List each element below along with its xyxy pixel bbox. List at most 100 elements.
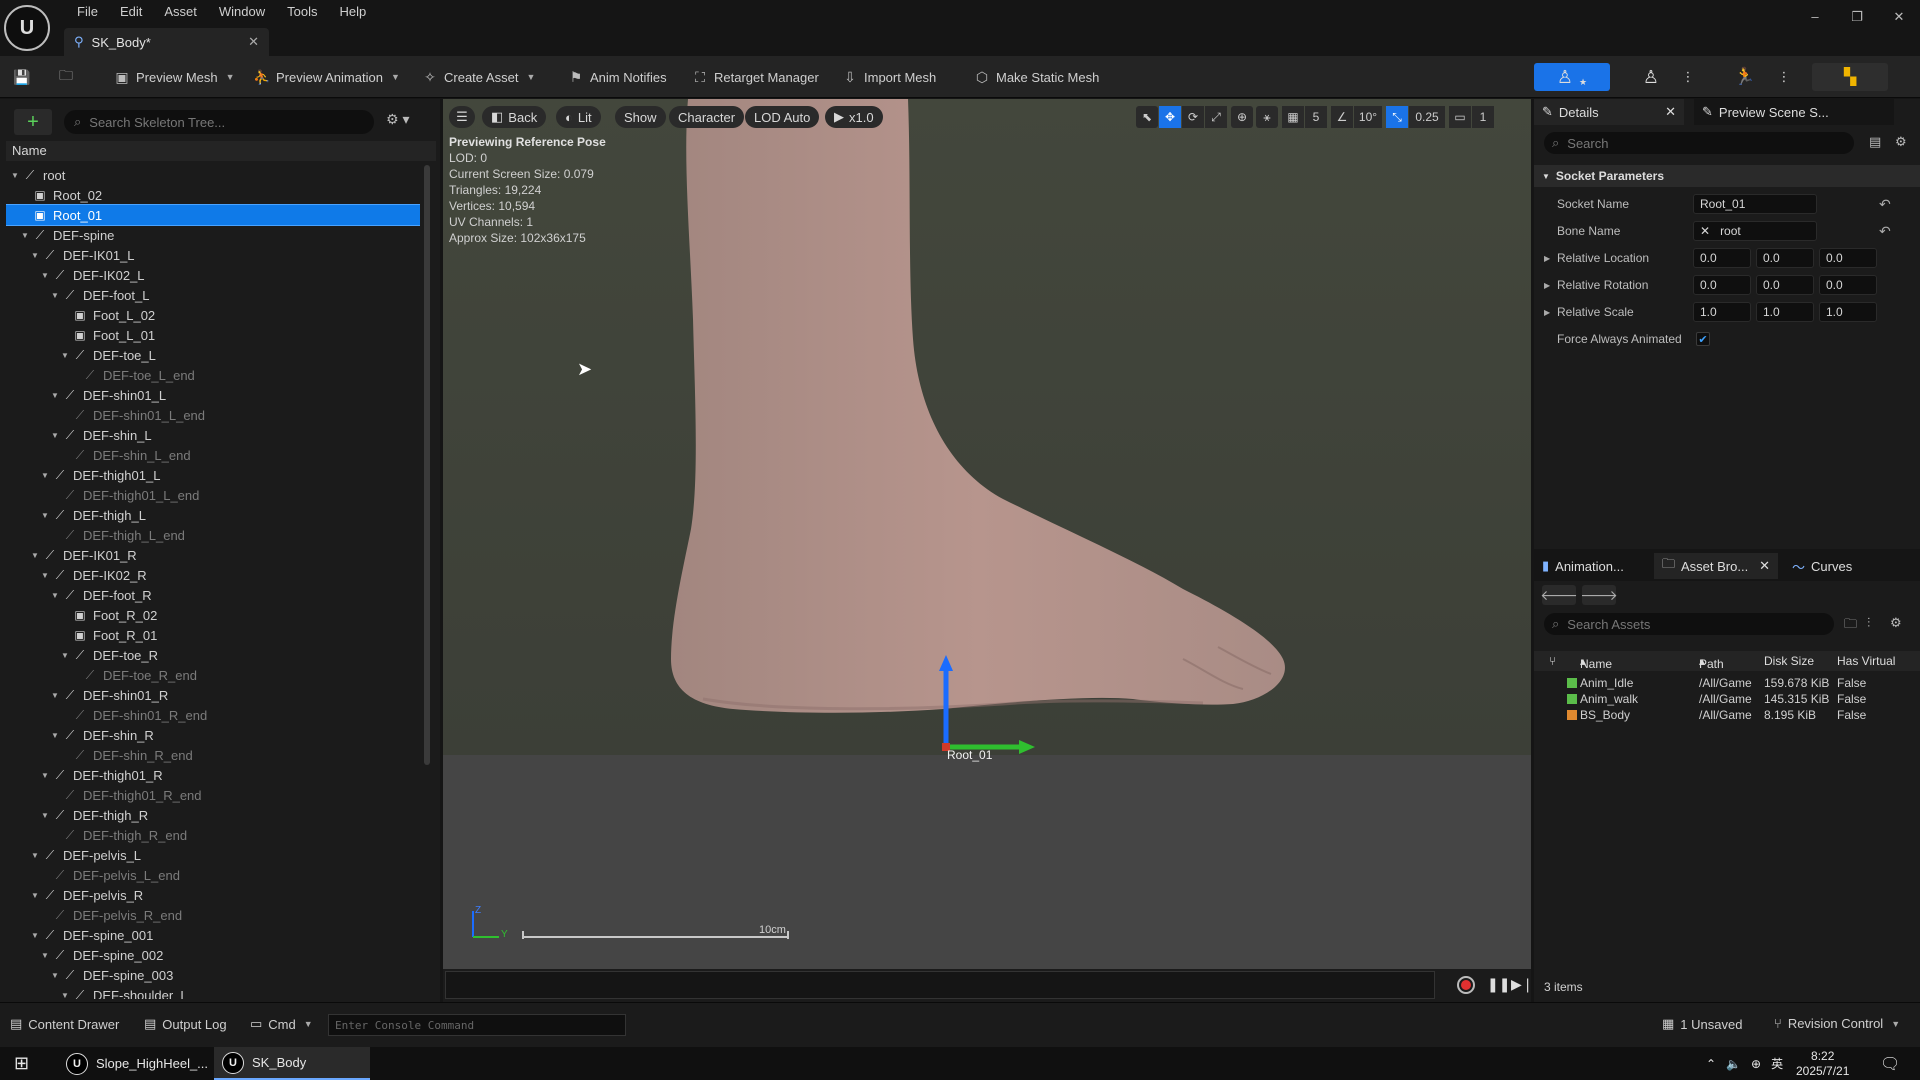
skeleton-tree-row[interactable]: ▣ Foot_R_01 [6,625,420,645]
chevron-down-icon[interactable]: ▼ [30,551,40,560]
socket-name-field[interactable]: Root_01 [1693,194,1817,214]
chevron-down-icon[interactable]: ▼ [40,771,50,780]
output-log-button[interactable]: ▤ Output Log [144,1016,227,1032]
skeleton-tree-row[interactable]: ▼ ⟋ DEF-shin01_L [6,385,420,405]
forward-arrow-icon[interactable]: 🡒 [1580,585,1618,605]
skeleton-tree-row[interactable]: ⟋ DEF-pelvis_R_end [6,905,420,925]
preview-animation-button[interactable]: ⛹ Preview Animation ▼ [253,65,400,89]
camera-speed-value[interactable]: 1 [1472,106,1494,128]
skeleton-tree-row[interactable]: ⟋ DEF-thigh_R_end [6,825,420,845]
close-tab-icon[interactable]: ✕ [248,34,259,50]
translate-tool-icon[interactable]: ✥ [1159,106,1181,128]
skeleton-tree-row[interactable]: ⟋ DEF-pelvis_L_end [6,865,420,885]
select-tool-icon[interactable]: ⬉ [1136,106,1158,128]
chevron-down-icon[interactable]: ▼ [40,951,50,960]
preview-mesh-button[interactable]: ▣ Preview Mesh ▼ [114,65,234,89]
globe-icon[interactable]: ⊕ [1751,1057,1761,1071]
create-asset-button[interactable]: ✧ Create Asset ▼ [422,65,535,89]
gear-icon[interactable]: ⚙ [1895,134,1907,150]
skeleton-tree-row[interactable]: ▼ ⟋ DEF-toe_R [6,645,420,665]
angle-snap-icon[interactable]: ∠ [1331,106,1353,128]
skeleton-tree-row[interactable]: ⟋ DEF-thigh_L_end [6,525,420,545]
skeleton-tree-row[interactable]: ▼ ⟋ DEF-foot_L [6,285,420,305]
more-options-icon[interactable]: ⋮ [1678,63,1698,91]
socket-parameters-section[interactable]: ▼ Socket Parameters [1534,165,1920,187]
close-window-button[interactable]: ✕ [1878,0,1920,34]
animation-mode-button[interactable]: 🏃 [1730,63,1760,91]
filter-icon[interactable]: ⫶ [1867,615,1870,631]
skeleton-tree-row[interactable]: ▼ ⟋ DEF-shin_L [6,425,420,445]
bone-name-field[interactable]: ✕ root [1693,221,1817,241]
menu-edit[interactable]: Edit [109,2,153,22]
skeleton-tree-row[interactable]: ⟋ DEF-shin_R_end [6,745,420,765]
pause-icon[interactable]: ❚❚ [1487,976,1510,993]
angle-snap-value[interactable]: 10° [1354,106,1382,128]
revision-control-button[interactable]: ⑂ Revision Control ▼ [1774,1016,1900,1031]
chevron-down-icon[interactable]: ▼ [30,251,40,260]
retarget-manager-button[interactable]: ⛶ Retarget Manager [692,65,819,89]
column-has-virtual[interactable]: Has Virtual [1837,654,1920,668]
skeleton-mode-button[interactable]: ♙ ★ [1534,63,1610,91]
menu-asset[interactable]: Asset [153,2,208,22]
skeleton-tree-row[interactable]: ⟋ DEF-shin_L_end [6,445,420,465]
asset-row[interactable]: Anim_Idle/All/Game 159.678 KiB False [1534,675,1920,691]
chevron-down-icon[interactable]: ▼ [40,271,50,280]
unsaved-button[interactable]: ▦ 1 Unsaved [1662,1016,1742,1032]
reset-icon[interactable]: ↶ [1879,223,1891,240]
scale-snap-icon[interactable]: ⤡ [1386,106,1408,128]
location-z-field[interactable]: 0.0 [1819,248,1877,268]
skeleton-tree-row[interactable]: ▼ ⟋ DEF-spine_003 [6,965,420,985]
timeline-track[interactable] [445,971,1435,999]
notification-icon[interactable]: 🗨 [1880,1047,1900,1080]
skeleton-tree-row[interactable]: ▣ Root_01 [6,204,420,226]
clock[interactable]: 8:22 2025/7/21 [1796,1047,1849,1080]
save-button[interactable]: 💾 [13,65,30,89]
skeleton-tree-row[interactable]: ▼ ⟋ DEF-thigh01_R [6,765,420,785]
skeleton-tree-row[interactable]: ▣ Root_02 [6,185,420,205]
skeleton-tree-row[interactable]: ▣ Foot_L_02 [6,305,420,325]
skeleton-tree-scrollbar[interactable] [424,165,430,765]
chevron-down-icon[interactable]: ▼ [40,471,50,480]
chevron-down-icon[interactable]: ▼ [30,891,40,900]
scale-y-field[interactable]: 1.0 [1756,302,1814,322]
import-mesh-button[interactable]: ⇩ Import Mesh [842,65,936,89]
chevron-down-icon[interactable]: ▼ [40,811,50,820]
chevron-down-icon[interactable]: ▼ [50,591,60,600]
asset-search-input[interactable]: ⌕ Search Assets [1544,613,1834,635]
viewport-menu-button[interactable]: ☰ [449,106,475,128]
show-button[interactable]: Show [615,106,666,128]
chevron-down-icon[interactable]: ▼ [40,511,50,520]
ime-indicator[interactable]: 英 [1771,1055,1783,1072]
anim-notifies-button[interactable]: ⚑ Anim Notifies [568,65,667,89]
tab-asset-browser[interactable]: 🗀 Asset Bro... ✕ [1654,553,1778,579]
volume-icon[interactable]: 🔈 [1726,1057,1741,1071]
rotation-y-field[interactable]: 0.0 [1756,275,1814,295]
surface-snap-icon[interactable]: ⚹ [1256,106,1278,128]
camera-speed-icon[interactable]: ▭ [1449,106,1471,128]
chevron-down-icon[interactable]: ▼ [20,231,30,240]
location-x-field[interactable]: 0.0 [1693,248,1751,268]
unreal-logo-icon[interactable]: U [4,5,50,51]
chevron-down-icon[interactable]: ▼ [50,431,60,440]
skeleton-tree-row[interactable]: ▼ ⟋ DEF-pelvis_R [6,885,420,905]
skeleton-tree-row[interactable]: ▣ Foot_R_02 [6,605,420,625]
skeleton-tree-row[interactable]: ▼ ⟋ DEF-thigh01_L [6,465,420,485]
browse-button[interactable]: 🗀 [58,65,74,89]
cmd-button[interactable]: ▭ Cmd ▼ [250,1016,313,1032]
make-static-mesh-button[interactable]: ⬡ Make Static Mesh [974,65,1099,89]
skeleton-tree-row[interactable]: ⟋ DEF-toe_R_end [6,665,420,685]
menu-file[interactable]: File [66,2,109,22]
skeleton-tree-row[interactable]: ▼ ⟋ DEF-toe_L [6,345,420,365]
skeleton-tree-row[interactable]: ▼ ⟋ DEF-shoulder_L [6,985,420,1000]
tab-preview-scene[interactable]: ✎ Preview Scene S... [1694,99,1894,125]
rotate-tool-icon[interactable]: ⟳ [1182,106,1204,128]
chevron-right-icon[interactable]: ▶ [1544,254,1550,263]
rotation-x-field[interactable]: 0.0 [1693,275,1751,295]
chevron-down-icon[interactable]: ▼ [50,731,60,740]
viewport[interactable]: Root_01 10cm Z Y ➤ ☰ ◧ Back ◐ Lit Show Cha… [443,99,1531,969]
lod-button[interactable]: LOD Auto [745,106,820,128]
more-options-icon[interactable]: ⋮ [1774,63,1794,91]
add-socket-button[interactable]: + [14,109,52,135]
coordinate-space-icon[interactable]: ⊕ [1231,106,1253,128]
details-search-input[interactable]: ⌕ Search [1544,132,1854,154]
